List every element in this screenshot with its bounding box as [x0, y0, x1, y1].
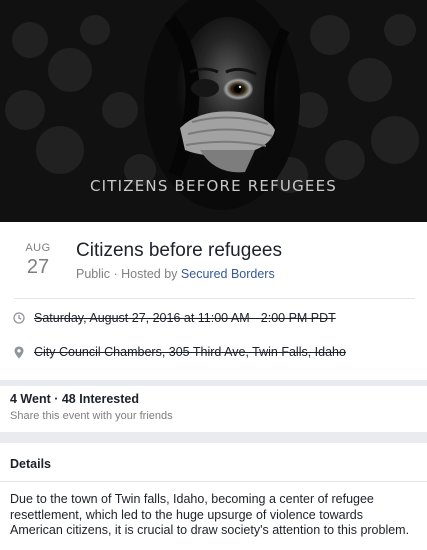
event-location-text: City Council Chambers, 305 Third Ave, Tw… [34, 345, 346, 359]
event-day: 27 [26, 256, 50, 278]
details-body: Due to the town of Twin falls, Idaho, be… [10, 492, 410, 537]
event-privacy: Public · Hosted by [76, 267, 181, 281]
share-event-prompt[interactable]: Share this event with your friends [10, 410, 173, 422]
attendance-counts[interactable]: 4 Went · 48 Interested [10, 392, 139, 406]
event-month: AUG [25, 242, 51, 254]
event-host-link[interactable]: Secured Borders [181, 267, 275, 281]
details-heading: Details [10, 457, 51, 471]
cover-caption: CITIZENS BEFORE REFUGEES [89, 177, 338, 195]
details-divider [0, 481, 427, 482]
event-header-card: AUG 27 Citizens before refugees Public ·… [0, 222, 427, 380]
event-location-row[interactable]: City Council Chambers, 305 Third Ave, Tw… [12, 342, 415, 362]
location-pin-icon [12, 345, 26, 359]
event-cover-photo[interactable]: CITIZENS BEFORE REFUGEES [0, 0, 427, 222]
event-date-badge: AUG 27 [18, 242, 58, 279]
details-card: Details Due to the town of Twin falls, I… [0, 443, 427, 550]
event-meta: Public · Hosted by Secured Borders [76, 267, 275, 281]
event-time-text: Saturday, August 27, 2016 at 11:00 AM - … [34, 311, 336, 325]
clock-icon [12, 311, 26, 325]
event-title: Citizens before refugees [76, 240, 282, 261]
attendance-card: 4 Went · 48 Interested Share this event … [0, 386, 427, 432]
event-time-row[interactable]: Saturday, August 27, 2016 at 11:00 AM - … [12, 308, 415, 328]
header-divider [14, 298, 415, 299]
